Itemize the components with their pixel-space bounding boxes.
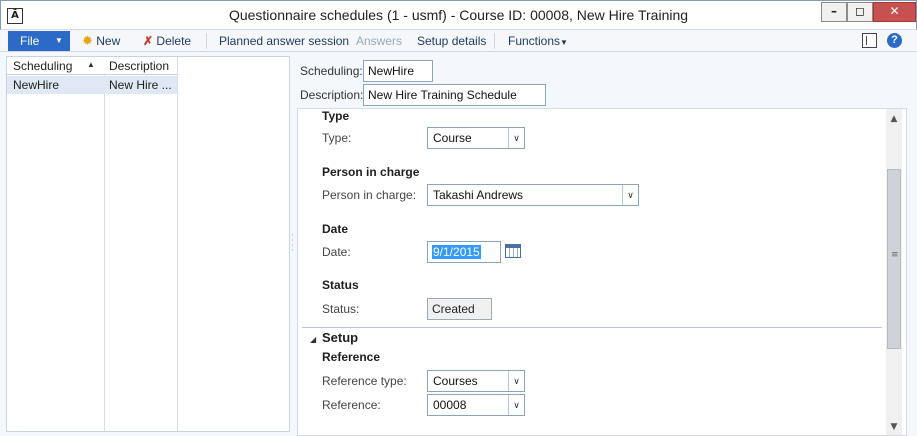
delete-button[interactable]: ✗ Delete xyxy=(143,33,191,49)
collapse-triangle-icon[interactable]: ◢ xyxy=(310,335,316,344)
planned-answer-session-button[interactable]: Planned answer session xyxy=(219,33,349,49)
reference-label: Reference: xyxy=(322,398,381,412)
column-header-description[interactable]: Description xyxy=(109,59,169,73)
scheduling-label: Scheduling: xyxy=(300,64,363,78)
chevron-down-icon[interactable]: ∨ xyxy=(508,128,524,148)
calendar-icon[interactable] xyxy=(505,244,521,258)
scheduling-field[interactable]: NewHire xyxy=(363,60,433,82)
help-icon[interactable]: ? xyxy=(887,33,902,48)
chevron-down-icon[interactable]: ∨ xyxy=(508,395,524,415)
type-label: Type: xyxy=(322,131,352,145)
new-button[interactable]: ✹ New xyxy=(82,33,120,49)
column-header-scheduling[interactable]: Scheduling xyxy=(13,59,72,73)
minimize-button[interactable]: – xyxy=(821,2,847,22)
layout-icon[interactable] xyxy=(862,33,877,48)
person-heading: Person in charge xyxy=(322,165,420,179)
date-label: Date: xyxy=(322,245,351,259)
close-button[interactable]: ✕ xyxy=(873,2,916,22)
action-pane: File ▼ ✹ New ✗ Delete Planned answer ses… xyxy=(0,30,917,52)
title-bar: Ā Questionnaire schedules (1 - usmf) - C… xyxy=(0,0,917,30)
section-divider xyxy=(302,327,882,328)
details-panel: Type Type: Course ∨ Person in charge Per… xyxy=(297,108,907,436)
splitter-handle[interactable]: · · · · xyxy=(291,232,294,255)
caret-down-icon: ▼ xyxy=(560,38,568,47)
type-heading: Type xyxy=(322,109,350,123)
answers-button[interactable]: Answers xyxy=(356,33,402,49)
scroll-up-icon[interactable]: ▲ xyxy=(886,111,902,127)
chevron-down-icon: ▼ xyxy=(55,36,63,45)
date-heading: Date xyxy=(322,222,349,236)
table-row[interactable]: NewHire New Hire ... xyxy=(7,76,177,94)
delete-label: Delete xyxy=(156,34,192,48)
grid-column-divider xyxy=(104,57,105,431)
delete-x-icon: ✗ xyxy=(143,34,154,48)
chevron-down-icon[interactable]: ∨ xyxy=(508,371,524,391)
row-scheduling-cell: NewHire xyxy=(13,78,60,92)
grid-header: Scheduling ▲ Description xyxy=(7,57,177,75)
description-label: Description: xyxy=(300,88,364,102)
reference-type-combobox[interactable]: Courses ∨ xyxy=(427,370,525,392)
grid-column-divider xyxy=(177,57,178,431)
toolbar-divider xyxy=(206,33,207,49)
toolbar-divider xyxy=(494,33,495,49)
file-menu-button[interactable]: File ▼ xyxy=(8,31,70,51)
person-combobox[interactable]: Takashi Andrews ∨ xyxy=(427,184,639,206)
setup-details-button[interactable]: Setup details xyxy=(417,33,486,49)
reference-type-value: Courses xyxy=(433,374,478,388)
reference-type-label: Reference type: xyxy=(322,374,407,388)
scroll-down-icon[interactable]: ▼ xyxy=(886,419,902,435)
sort-ascending-icon: ▲ xyxy=(87,60,95,69)
setup-heading[interactable]: Setup xyxy=(322,330,358,345)
status-label: Status: xyxy=(322,302,360,316)
file-label: File xyxy=(20,34,40,48)
description-field[interactable]: New Hire Training Schedule xyxy=(363,84,546,106)
person-label: Person in charge: xyxy=(322,188,417,202)
person-value: Takashi Andrews xyxy=(433,188,524,202)
new-star-icon: ✹ xyxy=(82,33,93,48)
vertical-scrollbar[interactable]: ▲ ≡ ▼ xyxy=(886,109,902,435)
row-description-cell: New Hire ... xyxy=(109,78,172,92)
new-label: New xyxy=(96,34,121,48)
schedules-grid: Scheduling ▲ Description NewHire New Hir… xyxy=(6,56,290,432)
reference-heading: Reference xyxy=(322,350,381,364)
date-field[interactable]: 9/1/2015 xyxy=(427,241,501,263)
chevron-down-icon[interactable]: ∨ xyxy=(622,185,638,205)
type-combobox[interactable]: Course ∨ xyxy=(427,127,525,149)
window-title: Questionnaire schedules (1 - usmf) - Cou… xyxy=(228,7,689,23)
scrollbar-thumb[interactable]: ≡ xyxy=(887,169,901,349)
grip-icon: ≡ xyxy=(891,250,899,260)
functions-menu-button[interactable]: Functions▼ xyxy=(508,33,568,49)
functions-label: Functions xyxy=(508,34,561,48)
maximize-button[interactable]: ◻ xyxy=(847,2,873,22)
status-field: Created xyxy=(427,298,492,320)
type-value: Course xyxy=(433,131,472,145)
date-value: 9/1/2015 xyxy=(432,245,481,259)
reference-combobox[interactable]: 00008 ∨ xyxy=(427,394,525,416)
status-heading: Status xyxy=(322,278,359,292)
reference-value: 00008 xyxy=(433,398,467,412)
